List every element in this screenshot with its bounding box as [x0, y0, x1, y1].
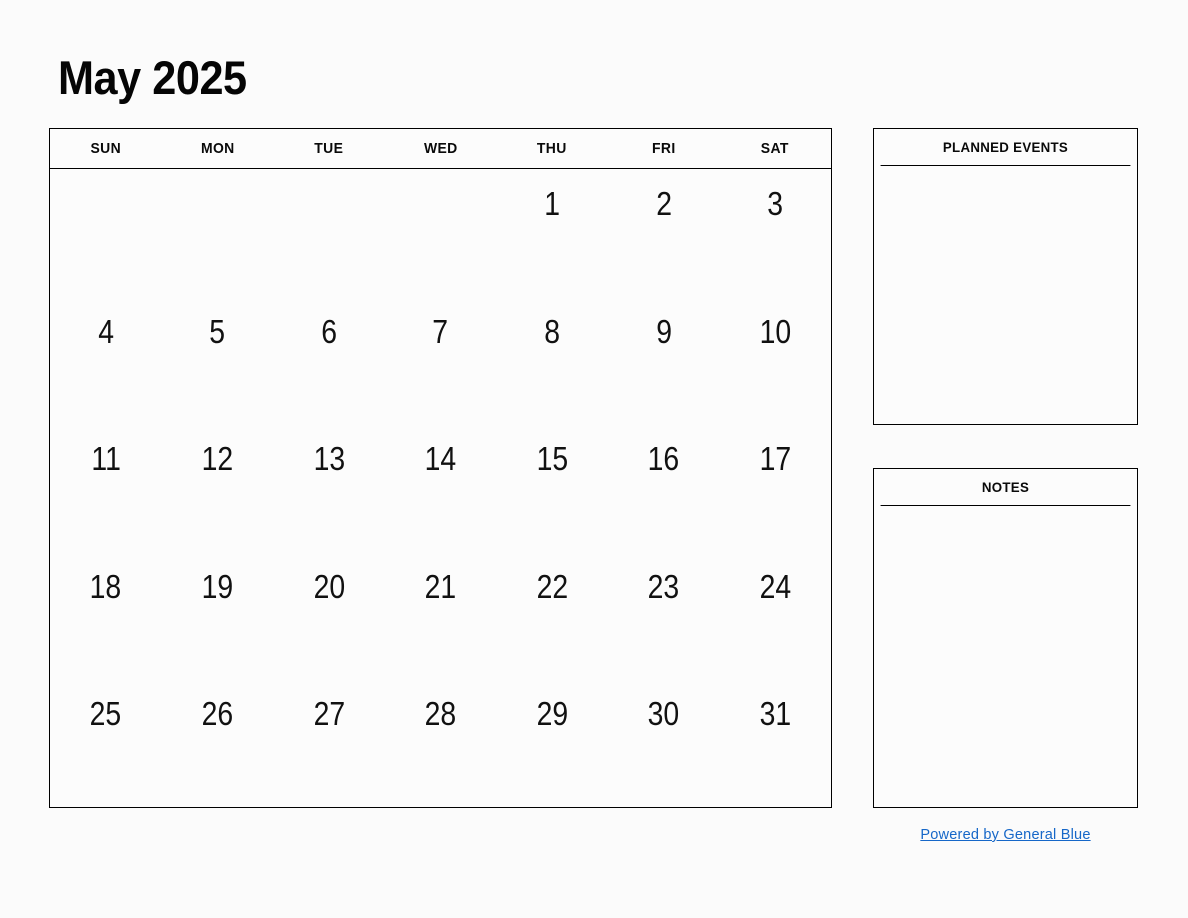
- day-number: 13: [313, 440, 345, 478]
- day-number: 26: [201, 695, 234, 733]
- day-number: 4: [97, 312, 114, 350]
- day-cell[interactable]: 25: [50, 679, 162, 807]
- day-number: 21: [424, 567, 457, 605]
- weekday-header-tue: TUE: [314, 140, 344, 157]
- planned-events-title: PLANNED EVENTS: [880, 129, 1131, 166]
- page-title: May 2025: [58, 51, 247, 104]
- day-cell[interactable]: 27: [273, 679, 385, 807]
- weekday-header-fri: FRI: [651, 140, 676, 157]
- day-cell[interactable]: 23: [608, 552, 720, 680]
- calendar-week-row: 25 26 27 28 29 30 31: [50, 679, 831, 807]
- day-cell[interactable]: 18: [50, 552, 162, 680]
- day-number: 16: [647, 440, 680, 478]
- day-number: 20: [313, 567, 345, 605]
- day-number: 29: [536, 695, 568, 733]
- day-cell[interactable]: 15: [496, 424, 608, 552]
- day-cell[interactable]: 28: [385, 679, 497, 807]
- day-number: 2: [655, 185, 672, 222]
- day-cell[interactable]: 31: [719, 679, 831, 807]
- day-cell[interactable]: 24: [719, 552, 831, 680]
- day-cell[interactable]: 17: [719, 424, 831, 552]
- day-number: 25: [89, 695, 122, 733]
- day-number: 1: [544, 185, 560, 222]
- calendar-weeks: 1 2 3 4 5 6 7 8 9 10 11 12 13 14 15 16 1…: [50, 169, 831, 807]
- day-cell[interactable]: 5: [162, 297, 274, 425]
- day-cell[interactable]: 12: [162, 424, 274, 552]
- day-cell[interactable]: 19: [162, 552, 274, 680]
- day-number: 22: [536, 567, 568, 605]
- day-cell[interactable]: 29: [496, 679, 608, 807]
- weekday-header-mon: MON: [200, 140, 235, 157]
- day-number: 23: [647, 567, 680, 605]
- day-number: 31: [759, 695, 792, 733]
- day-cell[interactable]: 3: [719, 169, 831, 297]
- day-number: 5: [209, 312, 226, 350]
- day-number: 8: [544, 312, 560, 350]
- day-number: 6: [321, 312, 337, 350]
- powered-by-link[interactable]: Powered by General Blue: [877, 826, 1134, 843]
- day-number: 28: [424, 695, 457, 733]
- day-cell[interactable]: 14: [385, 424, 497, 552]
- weekday-header-sun: SUN: [90, 140, 122, 157]
- day-cell[interactable]: 16: [608, 424, 720, 552]
- day-number: 9: [655, 312, 672, 350]
- day-number: 17: [759, 440, 792, 478]
- day-cell[interactable]: [385, 169, 497, 297]
- day-cell[interactable]: 22: [496, 552, 608, 680]
- day-cell[interactable]: 21: [385, 552, 497, 680]
- day-number: 14: [424, 440, 457, 478]
- weekday-header-row: SUN MON TUE WED THU FRI SAT: [50, 129, 831, 169]
- day-number: 7: [432, 312, 449, 350]
- notes-title: NOTES: [880, 469, 1131, 506]
- day-number: 15: [536, 440, 568, 478]
- day-number: 30: [647, 695, 680, 733]
- calendar-week-row: 1 2 3: [50, 169, 831, 297]
- day-cell[interactable]: 13: [273, 424, 385, 552]
- day-number: 3: [767, 185, 784, 222]
- day-cell[interactable]: 8: [496, 297, 608, 425]
- day-cell[interactable]: [50, 169, 162, 297]
- day-number: 27: [313, 695, 345, 733]
- day-cell[interactable]: 10: [719, 297, 831, 425]
- day-number: 11: [91, 440, 121, 478]
- day-number: 18: [89, 567, 122, 605]
- day-cell[interactable]: 1: [496, 169, 608, 297]
- calendar-grid: SUN MON TUE WED THU FRI SAT 1 2 3 4 5 6 …: [49, 128, 832, 808]
- day-cell[interactable]: 26: [162, 679, 274, 807]
- day-cell[interactable]: [162, 169, 274, 297]
- day-cell[interactable]: 30: [608, 679, 720, 807]
- day-number: 24: [759, 567, 792, 605]
- day-cell[interactable]: 7: [385, 297, 497, 425]
- day-cell[interactable]: [273, 169, 385, 297]
- notes-panel: NOTES: [873, 468, 1138, 808]
- planned-events-writein-area[interactable]: [874, 166, 1137, 424]
- day-cell[interactable]: 2: [608, 169, 720, 297]
- day-cell[interactable]: 6: [273, 297, 385, 425]
- planned-events-panel: PLANNED EVENTS: [873, 128, 1138, 425]
- day-cell[interactable]: 11: [50, 424, 162, 552]
- weekday-header-sat: SAT: [761, 140, 790, 157]
- day-number: 10: [759, 312, 792, 350]
- day-number: 12: [201, 440, 234, 478]
- day-cell[interactable]: 9: [608, 297, 720, 425]
- weekday-header-wed: WED: [423, 140, 458, 157]
- day-cell[interactable]: 4: [50, 297, 162, 425]
- day-cell[interactable]: 20: [273, 552, 385, 680]
- weekday-header-thu: THU: [537, 140, 567, 157]
- day-number: 19: [201, 567, 234, 605]
- notes-writein-area[interactable]: [874, 506, 1137, 807]
- calendar-week-row: 4 5 6 7 8 9 10: [50, 297, 831, 425]
- calendar-week-row: 11 12 13 14 15 16 17: [50, 424, 831, 552]
- calendar-week-row: 18 19 20 21 22 23 24: [50, 552, 831, 680]
